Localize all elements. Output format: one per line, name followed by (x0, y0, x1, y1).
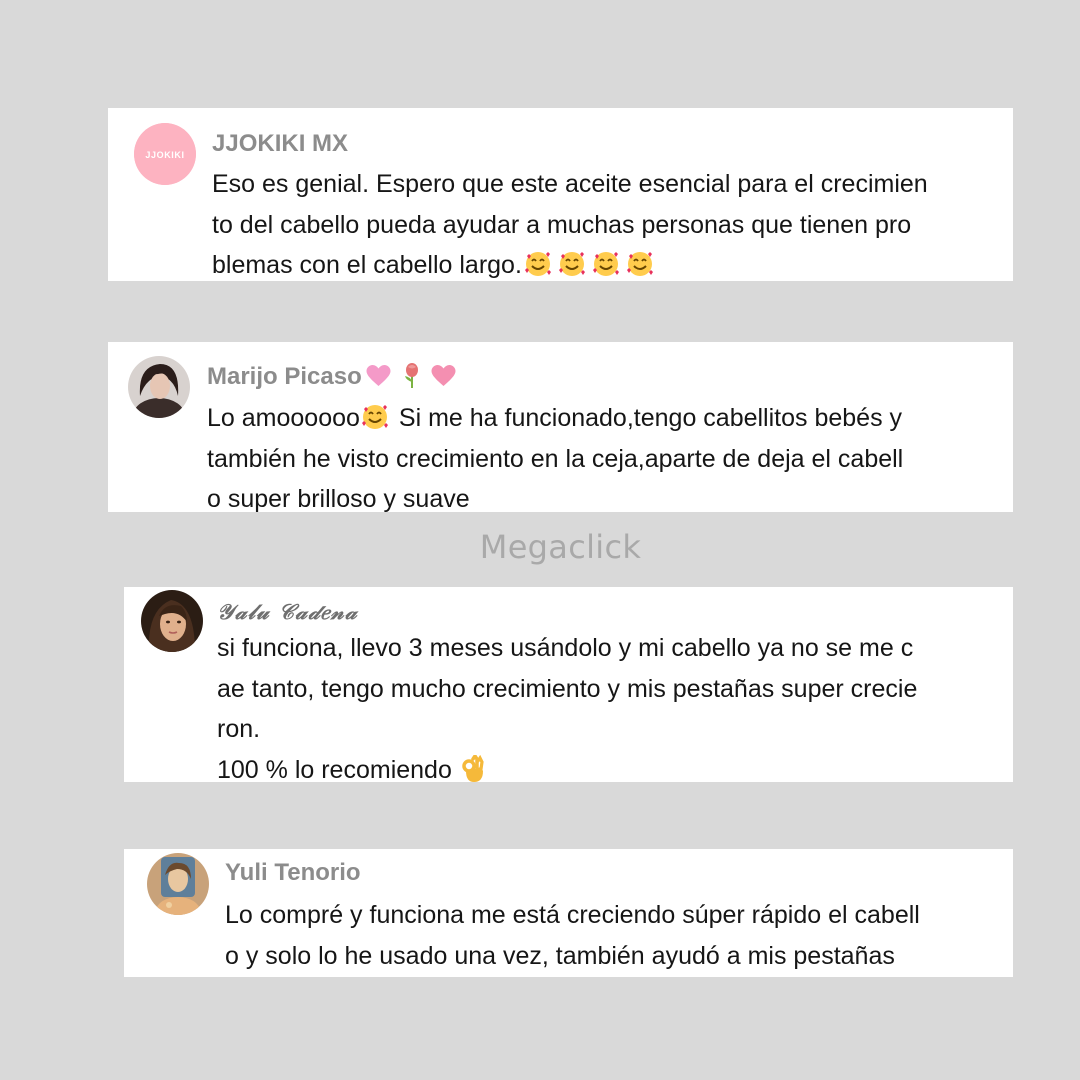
comment-card: Marijo Picaso Lo amoooooo Si me ha funcio… (108, 342, 1013, 513)
svg-text:JJOKIKI: JJOKIKI (145, 150, 184, 160)
comment-line: 100 % lo recomiendo (217, 750, 917, 791)
username[interactable]: Marijo Picaso (207, 362, 456, 392)
comment-line: o super brilloso y suave (207, 485, 470, 513)
avatar[interactable] (147, 853, 209, 915)
comment-line: Lo amoooooo Si me ha funcionado,tengo cab… (207, 403, 903, 432)
username[interactable]: JJOKIKI MX (212, 129, 348, 159)
wilted-rose-icon (401, 362, 423, 388)
jjokiki-logo-icon: JJOKIKI (134, 123, 196, 185)
comment-card: Yuli Tenorio Lo compré y funciona me est… (124, 849, 1013, 977)
comment-line: si funciona, llevo 3 meses usándolo y mi… (217, 634, 914, 662)
comment-text: Lo compré y funciona me está creciendo s… (225, 895, 920, 976)
smiling-face-with-hearts-icon (626, 250, 654, 278)
watermark-text: Megaclick (479, 528, 642, 566)
comment-line: ae tanto, tengo mucho crecimiento y mis … (217, 674, 918, 703)
comment-line: o y solo lo he usado una vez, también ay… (225, 941, 895, 970)
pink-heart-icon (431, 365, 456, 387)
comment-card: 𝒴𝒶𝓁𝓊 𝒞𝒶𝒹𝑒𝓃𝒶 si funciona, llevo 3 meses u… (124, 587, 1013, 784)
smiling-face-with-hearts-icon (524, 250, 552, 278)
profile-photo-icon (141, 590, 203, 652)
comment-text: Lo amoooooo Si me ha funcionado,tengo cab… (207, 398, 903, 520)
comment-line: ron. (217, 715, 261, 743)
avatar[interactable] (128, 356, 190, 418)
smiling-face-with-hearts-icon (361, 403, 389, 431)
username[interactable]: Yuli Tenorio (225, 858, 361, 888)
avatar[interactable] (141, 590, 203, 652)
comment-line: blemas con el cabello largo. (212, 245, 928, 286)
comment-line: to del cabello pueda ayudar a muchas per… (212, 210, 912, 239)
comment-card: JJOKIKI JJOKIKI MX Eso es genial. Espero… (108, 108, 1013, 281)
smiling-face-with-hearts-icon (592, 250, 620, 278)
comment-text: Eso es genial. Espero que este aceite es… (212, 164, 928, 286)
comment-text: si funciona, llevo 3 meses usándolo y mi… (217, 628, 917, 790)
profile-photo-icon (147, 853, 209, 915)
smiling-face-with-hearts-icon (558, 250, 586, 278)
username[interactable]: 𝒴𝒶𝓁𝓊 𝒞𝒶𝒹𝑒𝓃𝒶 (217, 597, 358, 627)
avatar[interactable]: JJOKIKI (134, 123, 196, 185)
comment-line: también he visto crecimiento en la ceja,… (207, 444, 904, 473)
comment-line: Lo compré y funciona me está creciendo s… (225, 901, 920, 929)
ok-hand-icon (460, 754, 486, 783)
comment-line: Eso es genial. Espero que este aceite es… (212, 170, 928, 198)
pink-heart-icon (366, 365, 391, 387)
profile-photo-icon (128, 356, 190, 418)
